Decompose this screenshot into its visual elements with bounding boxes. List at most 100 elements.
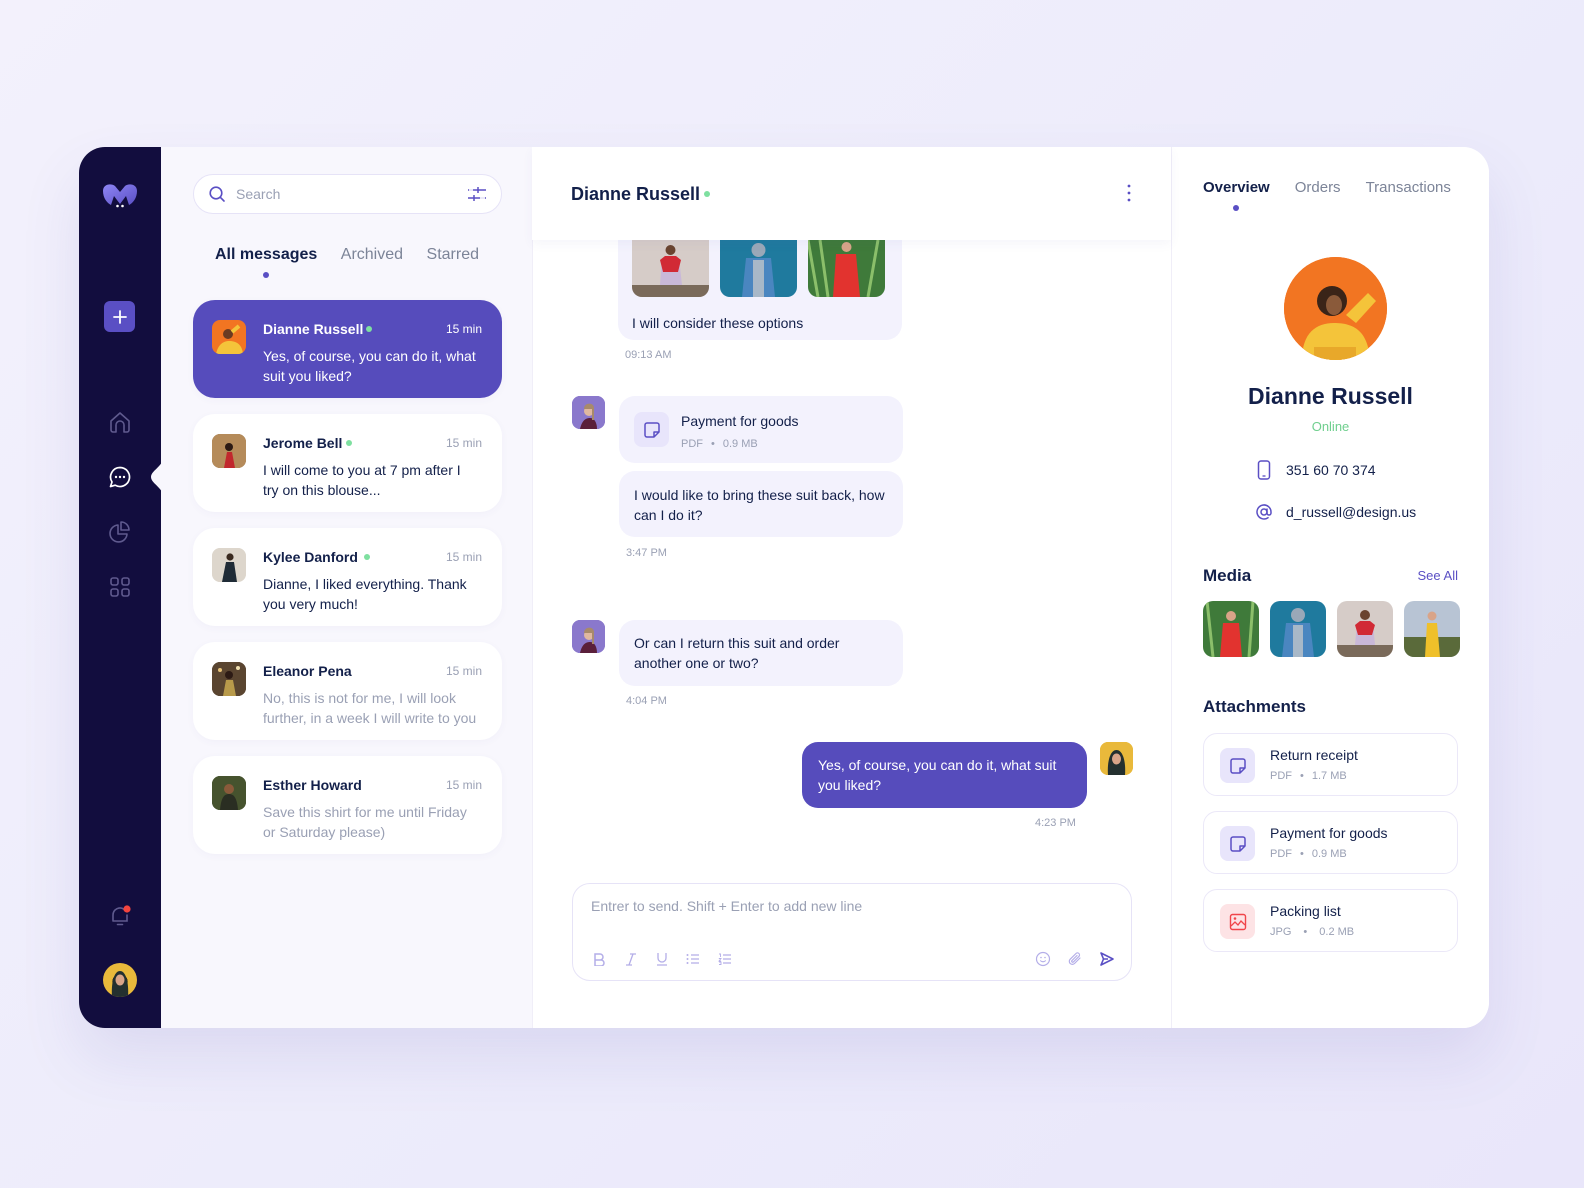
thread-name: Kylee Danford — [263, 549, 358, 565]
email-row: d_russell@design.us — [1256, 504, 1416, 520]
attachment-name: Payment for goods — [1270, 825, 1388, 841]
document-icon — [1220, 826, 1255, 861]
file-message[interactable]: Payment for goods PDF • 0.9 MB — [619, 396, 903, 463]
underline-icon[interactable] — [654, 951, 670, 967]
sender-avatar — [572, 396, 605, 429]
attachment-meta: PDF • 0.9 MB — [1270, 848, 1347, 860]
chat-panel: Dianne Russell I will consider these opt… — [532, 147, 1171, 1028]
search-input[interactable] — [236, 186, 457, 202]
attachment-item[interactable]: Packing list JPG • 0.2 MB — [1203, 889, 1458, 952]
message-input[interactable] — [591, 898, 1111, 932]
thread-preview: I will come to you at 7 pm after I try o… — [263, 462, 461, 498]
thread-name: Eleanor Pena — [263, 663, 352, 679]
online-indicator — [364, 554, 370, 560]
new-chat-button[interactable] — [104, 301, 135, 332]
avatar — [212, 320, 246, 354]
phone-number[interactable]: 351 60 70 374 — [1286, 462, 1376, 478]
more-options-icon[interactable] — [1125, 183, 1133, 203]
sender-avatar — [572, 620, 605, 653]
my-message-bubble: Yes, of course, you can do it, what suit… — [802, 742, 1087, 808]
bullet-list-icon[interactable] — [685, 951, 701, 967]
thread-item[interactable]: Eleanor Pena 15 min No, this is not for … — [193, 642, 502, 740]
media-thumbnail[interactable] — [1337, 601, 1393, 657]
at-icon — [1256, 504, 1272, 520]
bold-icon[interactable] — [591, 951, 607, 967]
thread-preview: Save this shirt for me until Friday or S… — [263, 804, 467, 840]
media-thumbnail[interactable] — [1203, 601, 1259, 657]
message-time: 4:04 PM — [626, 695, 667, 707]
thread-item[interactable]: Jerome Bell 15 min I will come to you at… — [193, 414, 502, 512]
image-icon — [1220, 904, 1255, 939]
brand-logo[interactable] — [101, 183, 139, 209]
avatar — [212, 548, 246, 582]
message-text: Or can I return this suit and order anot… — [634, 635, 840, 671]
avatar — [212, 434, 246, 468]
message-bubble: Or can I return this suit and order anot… — [619, 620, 903, 686]
thread-time: 15 min — [445, 436, 482, 450]
grid-icon[interactable] — [107, 574, 133, 600]
attachment-name: Packing list — [1270, 903, 1341, 919]
messenger-app: All messages Archived Starred Dianne Rus… — [79, 147, 1489, 1028]
attachment-item[interactable]: Return receipt PDF • 1.7 MB — [1203, 733, 1458, 796]
thread-preview: Dianne, I liked everything. Thank you ve… — [263, 576, 467, 612]
thread-name: Jerome Bell — [263, 435, 343, 451]
thread-item[interactable]: Dianne Russell 15 min Yes, of course, yo… — [193, 300, 502, 398]
tab-transactions[interactable]: Transactions — [1366, 179, 1451, 196]
profile-status: Online — [1311, 419, 1350, 434]
tab-archived[interactable]: Archived — [341, 246, 403, 264]
divider — [532, 147, 533, 1028]
tab-starred[interactable]: Starred — [427, 246, 479, 264]
thread-name: Dianne Russell — [263, 321, 364, 337]
online-indicator — [346, 440, 352, 446]
attachment-meta: PDF • 1.7 MB — [1270, 770, 1347, 782]
avatar — [212, 662, 246, 696]
emoji-icon[interactable] — [1035, 951, 1051, 967]
thread-item[interactable]: Kylee Danford 15 min Dianne, I liked eve… — [193, 528, 502, 626]
search-bar — [193, 174, 502, 214]
pie-chart-icon[interactable] — [107, 519, 133, 545]
document-icon — [634, 412, 669, 447]
tab-overview[interactable]: Overview — [1203, 179, 1270, 211]
message-composer — [572, 883, 1132, 981]
shared-photo[interactable] — [632, 240, 709, 297]
file-meta: PDF • 0.9 MB — [681, 438, 758, 450]
online-indicator — [366, 326, 372, 332]
chat-bubble-icon[interactable] — [107, 464, 133, 490]
profile-avatar — [1284, 257, 1387, 360]
email-address[interactable]: d_russell@design.us — [1286, 504, 1416, 520]
phone-row: 351 60 70 374 — [1256, 460, 1376, 480]
user-avatar[interactable] — [103, 963, 137, 997]
tab-all-messages[interactable]: All messages — [215, 246, 317, 278]
avatar — [212, 776, 246, 810]
media-thumbnail[interactable] — [1404, 601, 1460, 657]
see-all-link[interactable]: See All — [1418, 568, 1458, 583]
filter-sliders-icon[interactable] — [467, 186, 487, 202]
numbered-list-icon[interactable] — [717, 951, 733, 967]
message-text: I will consider these options — [632, 315, 804, 331]
my-avatar — [1100, 742, 1133, 775]
thread-item[interactable]: Esther Howard 15 min Save this shirt for… — [193, 756, 502, 854]
chat-header: Dianne Russell — [532, 147, 1171, 240]
media-thumbnail[interactable] — [1270, 601, 1326, 657]
profile-panel: Overview Orders Transactions Dianne Russ… — [1171, 147, 1489, 1028]
bell-icon[interactable] — [107, 903, 133, 929]
thread-list: Dianne Russell 15 min Yes, of course, yo… — [193, 300, 502, 854]
message-text: Yes, of course, you can do it, what suit… — [818, 757, 1057, 793]
home-icon[interactable] — [107, 409, 133, 435]
attachment-item[interactable]: Payment for goods PDF • 0.9 MB — [1203, 811, 1458, 874]
send-icon[interactable] — [1099, 951, 1115, 967]
attach-icon[interactable] — [1067, 951, 1083, 967]
shared-photo[interactable] — [720, 240, 797, 297]
search-icon — [209, 186, 225, 202]
tab-orders[interactable]: Orders — [1295, 179, 1341, 196]
thread-time: 15 min — [445, 322, 482, 336]
phone-icon — [1257, 460, 1271, 480]
document-icon — [1220, 748, 1255, 783]
thread-time: 15 min — [445, 664, 482, 678]
italic-icon[interactable] — [623, 951, 639, 967]
chat-list-panel: All messages Archived Starred Dianne Rus… — [161, 147, 532, 1028]
shared-photo[interactable] — [808, 240, 885, 297]
thread-name: Esther Howard — [263, 777, 362, 793]
thread-preview: Yes, of course, you can do it, what suit… — [263, 348, 476, 384]
profile-name: Dianne Russell — [1248, 383, 1413, 409]
